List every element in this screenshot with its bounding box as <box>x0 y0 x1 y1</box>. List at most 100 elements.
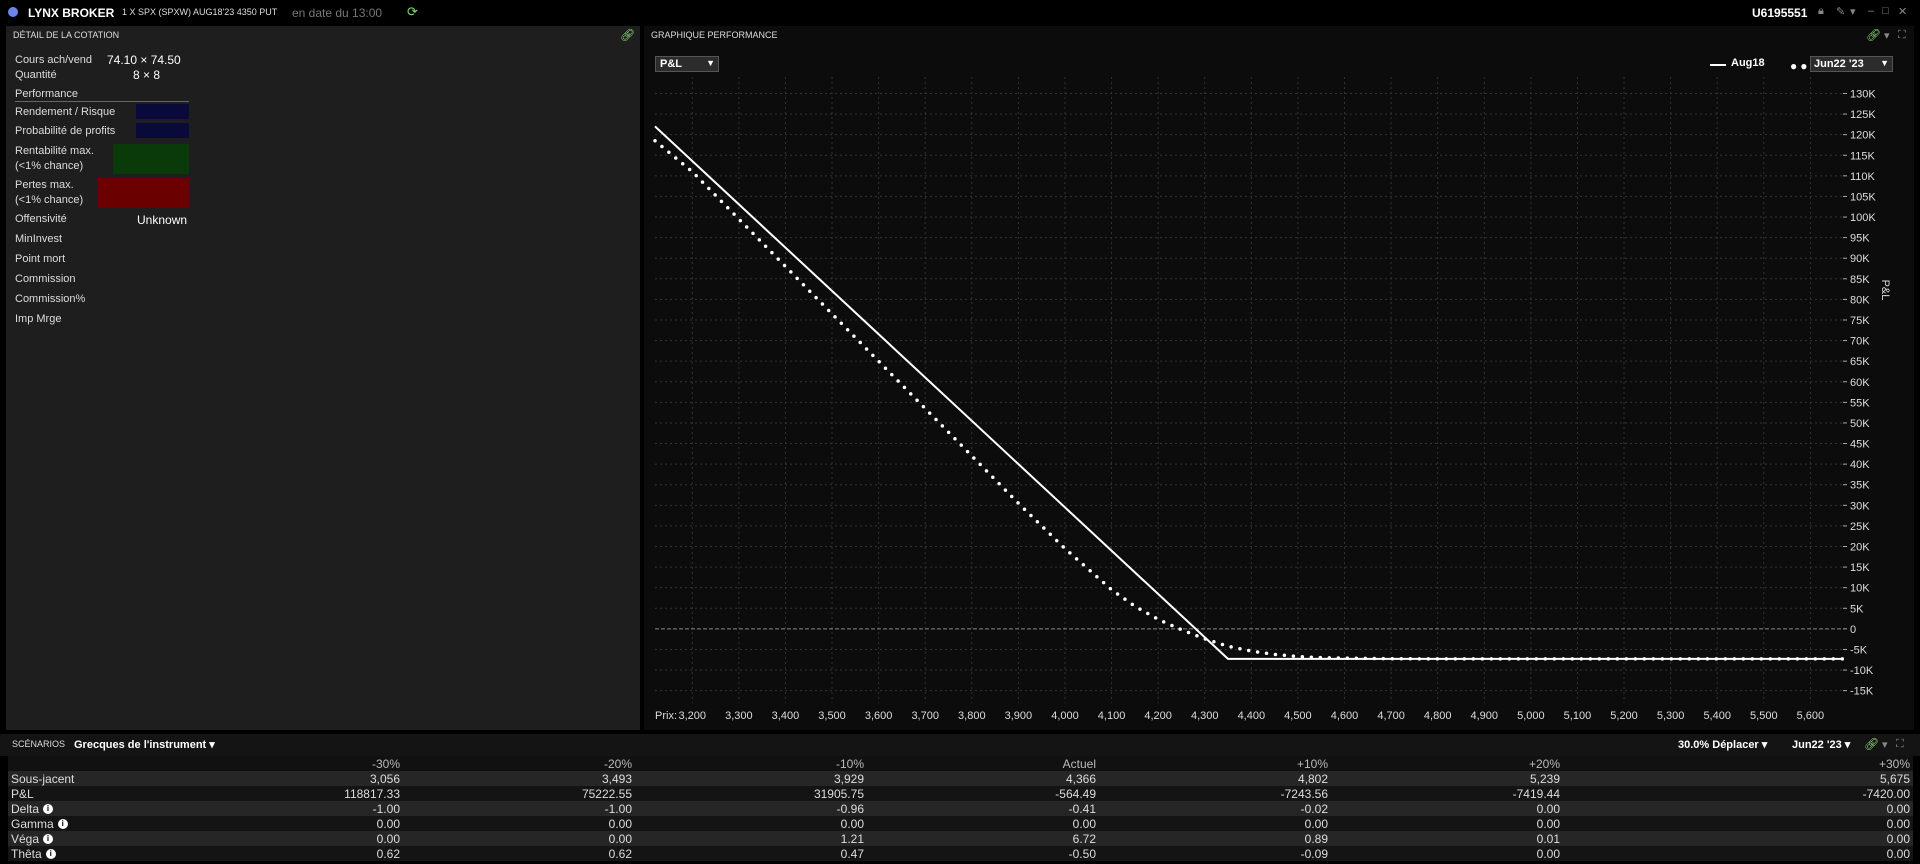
y-tick-label: 130K <box>1850 88 1876 100</box>
row-label: Gamma i <box>8 816 151 831</box>
series-line-jun22 <box>653 139 1845 661</box>
info-icon[interactable]: i <box>45 849 56 860</box>
y-tick-label: 55K <box>1850 397 1870 409</box>
x-tick-label: 3,900 <box>1005 710 1033 722</box>
info-icon[interactable]: i <box>43 804 54 815</box>
header-cell: -20% <box>403 756 635 771</box>
table-cell: 3,929 <box>635 771 867 786</box>
x-tick-label: 4,500 <box>1284 710 1312 722</box>
table-row: Delta i -1.00 -1.00 -0.96 -0.41 -0.02 0.0… <box>8 801 1913 816</box>
table-row: Sous-jacent 3,056 3,493 3,929 4,366 4,80… <box>8 771 1913 786</box>
y-tick-label: 15K <box>1850 562 1870 574</box>
header-cell: -10% <box>635 756 867 771</box>
table-row: Thêta i 0.62 0.62 0.47 -0.50 -0.09 0.00 0… <box>8 846 1913 861</box>
table-cell: -0.50 <box>867 846 1099 861</box>
table-cell: 0.00 <box>403 816 635 831</box>
table-cell: 0.00 <box>1563 831 1913 846</box>
x-tick-label: 5,200 <box>1610 710 1638 722</box>
x-tick-label: 3,400 <box>772 710 800 722</box>
chevron-down-icon: ▾ <box>209 739 215 751</box>
x-tick-label: 5,500 <box>1750 710 1778 722</box>
y-tick-label: 20K <box>1850 542 1870 554</box>
table-cell: 0.00 <box>403 831 635 846</box>
x-tick-label: 3,200 <box>679 710 707 722</box>
y-tick-label: -15K <box>1850 686 1874 698</box>
y-tick-label: 125K <box>1850 109 1876 121</box>
greeks-selector[interactable]: Grecques de l'instrument ▾ <box>74 738 215 751</box>
row-label: Véga i <box>8 831 151 846</box>
y-tick-label: 0 <box>1850 624 1856 636</box>
y-tick-label: 95K <box>1850 233 1870 245</box>
table-cell: 0.00 <box>1563 846 1913 861</box>
y-axis-label: P&L <box>1879 280 1891 301</box>
table-cell: 0.00 <box>151 816 403 831</box>
table-cell: 4,802 <box>1099 771 1331 786</box>
table-cell: 0.01 <box>1331 831 1563 846</box>
table-cell: -7419.44 <box>1331 786 1563 801</box>
link-icon[interactable]: 🔗︎ <box>1864 737 1879 751</box>
x-tick-label: 4,400 <box>1238 710 1266 722</box>
x-tick-label: 4,900 <box>1471 710 1499 722</box>
y-tick-label: 70K <box>1850 336 1870 348</box>
table-cell: 0.62 <box>403 846 635 861</box>
table-cell: 0.47 <box>635 846 867 861</box>
table-cell: 3,056 <box>151 771 403 786</box>
x-tick-label: 4,000 <box>1051 710 1079 722</box>
row-label: Sous-jacent <box>8 771 151 786</box>
x-tick-label: 5,600 <box>1797 710 1825 722</box>
info-icon[interactable]: i <box>43 834 54 845</box>
x-tick-label: 3,300 <box>725 710 753 722</box>
table-cell: -0.96 <box>635 801 867 816</box>
table-cell: -1.00 <box>151 801 403 816</box>
info-icon[interactable]: i <box>57 819 68 830</box>
move-select-value: 30.0% Déplacer <box>1678 739 1759 751</box>
table-row: Gamma i 0.00 0.00 0.00 0.00 0.00 0.00 0.0… <box>8 816 1913 831</box>
table-cell: -0.09 <box>1099 846 1331 861</box>
header-cell: +30% <box>1563 756 1913 771</box>
table-cell: 0.00 <box>1331 801 1563 816</box>
table-cell: 118817.33 <box>151 786 403 801</box>
move-select[interactable]: 30.0% Déplacer ▾ <box>1678 738 1767 751</box>
row-label: Thêta i <box>8 846 151 861</box>
table-cell: 5,239 <box>1331 771 1563 786</box>
x-tick-label: 3,700 <box>911 710 939 722</box>
y-tick-label: 115K <box>1850 150 1876 162</box>
table-cell: 31905.75 <box>635 786 867 801</box>
table-cell: 0.00 <box>1563 816 1913 831</box>
y-tick-label: 85K <box>1850 274 1870 286</box>
pnl-chart: 3,200 3,300 3,400 3,500 3,600 3,700 3,800 3,900… <box>653 77 1891 722</box>
x-tick-label: 4,700 <box>1377 710 1405 722</box>
table-cell: 0.62 <box>151 846 403 861</box>
scenarios-title: SCÉNARIOS <box>12 739 66 749</box>
y-tick-label: 65K <box>1850 356 1870 368</box>
table-header-row: -30% -20% -10% Actuel +10% +20% +30% <box>8 756 1913 771</box>
table-cell: 3,493 <box>403 771 635 786</box>
y-tick-label: 90K <box>1850 253 1870 265</box>
table-cell: 0.00 <box>1099 816 1331 831</box>
x-tick-label: 5,000 <box>1517 710 1545 722</box>
scenario-date-select[interactable]: Jun22 '23 ▾ <box>1792 738 1850 751</box>
chevron-down-icon: ▾ <box>1844 739 1851 751</box>
table-cell: 0.89 <box>1099 831 1331 846</box>
y-tick-label: 45K <box>1850 439 1870 451</box>
table-cell: 1.21 <box>635 831 867 846</box>
x-tick-label: 5,400 <box>1703 710 1731 722</box>
table-cell: 0.00 <box>1563 801 1913 816</box>
y-tick-label: 110K <box>1850 171 1876 183</box>
table-cell: -1.00 <box>403 801 635 816</box>
row-label-text: Thêta <box>11 846 42 861</box>
chevron-down-icon: ▾ <box>1761 739 1768 751</box>
expand-icon[interactable]: ⛶ <box>1896 738 1904 751</box>
table-cell: -7243.56 <box>1099 786 1331 801</box>
x-tick-label: 3,500 <box>818 710 846 722</box>
menu-chevron-icon[interactable]: ▾ <box>1882 738 1888 751</box>
y-tick-label: 50K <box>1850 418 1870 430</box>
table-cell: 6.72 <box>867 831 1099 846</box>
series-line-aug18 <box>654 125 1843 660</box>
scenario-date-select-value: Jun22 '23 <box>1792 739 1842 751</box>
row-label-text: Gamma <box>11 816 54 831</box>
header-cell: -30% <box>151 756 403 771</box>
x-tick-label: 5,300 <box>1657 710 1685 722</box>
table-cell: 0.00 <box>151 831 403 846</box>
table-cell: 75222.55 <box>403 786 635 801</box>
